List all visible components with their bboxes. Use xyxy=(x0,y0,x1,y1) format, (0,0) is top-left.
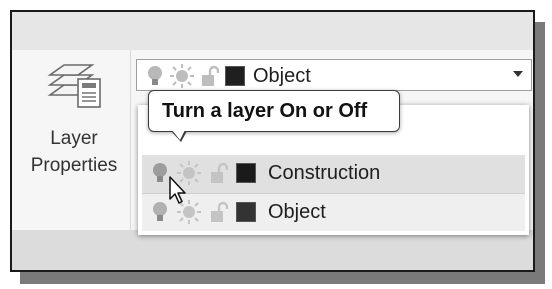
panel-divider xyxy=(130,50,131,230)
ribbon-title-strip xyxy=(12,12,533,50)
chevron-down-icon[interactable] xyxy=(513,71,523,77)
layer-list-item[interactable]: Construction xyxy=(142,155,525,193)
tooltip-text: Turn a layer On or Off xyxy=(162,100,368,122)
layer-properties-label: Layer Properties xyxy=(18,125,130,179)
lightbulb-icon[interactable] xyxy=(152,162,168,184)
layer-color-swatch[interactable] xyxy=(225,66,245,86)
layer-color-swatch[interactable] xyxy=(236,163,256,183)
layer-combo-box[interactable]: Object xyxy=(136,59,532,91)
layer-name: Construction xyxy=(268,161,381,184)
ribbon-footer xyxy=(12,230,533,270)
tooltip: Turn a layer On or Off xyxy=(148,90,400,142)
tooltip-tail-inner xyxy=(172,130,185,140)
sun-icon[interactable] xyxy=(169,63,195,89)
layer-name: Object xyxy=(268,200,326,223)
lightbulb-icon[interactable] xyxy=(152,201,168,223)
lightbulb-icon[interactable] xyxy=(147,65,163,87)
padlock-open-icon[interactable] xyxy=(210,162,228,184)
layer-stack-icon xyxy=(47,64,101,108)
layer-color-swatch[interactable] xyxy=(236,202,256,222)
layer-properties-label-line2: Properties xyxy=(30,155,118,176)
layer-list-item[interactable]: Object xyxy=(142,193,525,231)
padlock-open-icon[interactable] xyxy=(201,65,219,87)
layer-properties-label-line1: Layer xyxy=(50,128,98,149)
padlock-open-icon[interactable] xyxy=(210,201,228,223)
mouse-pointer-icon xyxy=(169,176,186,204)
ribbon-window: Layer Properties Object Construction Obj… xyxy=(10,10,535,272)
combo-selected-row: Object xyxy=(147,63,311,89)
selected-layer-name: Object xyxy=(253,64,311,87)
